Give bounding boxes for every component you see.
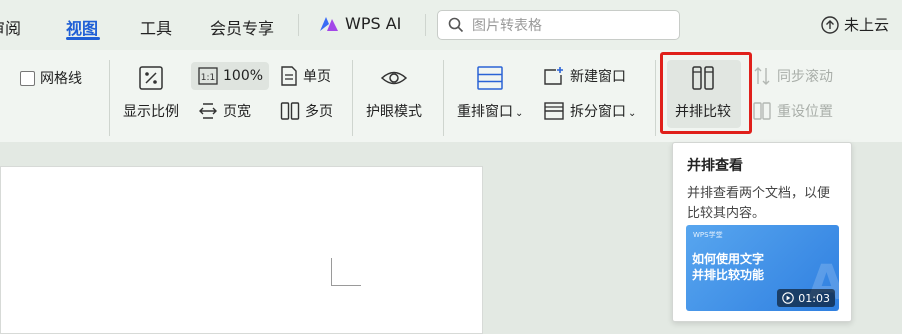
split-window-icon: [544, 102, 564, 120]
crop-mark: [331, 258, 332, 286]
page-width-button[interactable]: 页宽: [198, 101, 251, 121]
page-width-icon: [199, 103, 217, 119]
reset-position-icon: [753, 102, 771, 120]
single-page-button[interactable]: 单页: [280, 66, 331, 86]
tab-divider: [425, 14, 426, 36]
gridlines-label: 网格线: [40, 71, 82, 87]
search-icon: [448, 17, 464, 33]
multi-page-label: 多页: [305, 104, 333, 120]
split-window-label: 拆分窗口 ⌄: [570, 104, 637, 120]
side-by-side-tooltip: 并排查看 并排查看两个文档，以便比较其内容。 WPS学堂 A 如何使用文字 并排…: [672, 142, 852, 322]
ribbon-toolbar: 网格线 显示比例 1:1 100% 页宽 单页 多页 护眼模式 重排窗口 ⌄ 新…: [0, 50, 902, 142]
ribbon-divider: [109, 60, 110, 136]
reset-position-button[interactable]: 重设位置: [752, 101, 833, 121]
sync-scroll-icon: [754, 67, 770, 85]
cloud-label: 未上云: [844, 16, 890, 34]
gridlines-checkbox[interactable]: 网格线: [20, 68, 82, 88]
svg-text:1:1: 1:1: [201, 73, 215, 83]
sync-scroll-label: 同步滚动: [777, 69, 833, 85]
split-window-button[interactable]: 拆分窗口 ⌄: [543, 101, 636, 121]
checkbox-icon: [20, 70, 35, 86]
crop-mark: [331, 285, 361, 286]
reset-position-label: 重设位置: [777, 104, 833, 120]
new-window-icon: [544, 67, 563, 85]
single-page-icon: [281, 66, 297, 86]
multi-page-button[interactable]: 多页: [280, 101, 333, 121]
cloud-upload-icon: [821, 15, 839, 34]
rearrange-windows-button[interactable]: 重排窗口 ⌄: [457, 65, 523, 121]
ribbon-divider: [443, 60, 444, 136]
new-window-button[interactable]: 新建窗口: [543, 66, 626, 86]
rearrange-icon: [477, 66, 503, 90]
tab-review[interactable]: 审阅: [0, 15, 21, 39]
eye-protect-button[interactable]: 护眼模式: [366, 65, 422, 121]
tab-view[interactable]: 视图: [66, 15, 98, 39]
ribbon-divider: [655, 60, 656, 136]
wps-ai-label: WPS AI: [345, 14, 402, 33]
tab-wps-ai[interactable]: WPS AI: [319, 14, 401, 33]
rearrange-windows-label: 重排窗口 ⌄: [457, 104, 524, 120]
video-duration-badge: 01:03: [777, 289, 835, 307]
zoom-percent-icon: [139, 66, 163, 90]
video-duration: 01:03: [798, 291, 830, 305]
eye-icon: [380, 71, 408, 85]
tooltip-description: 并排查看两个文档，以便比较其内容。: [687, 186, 831, 221]
zoom-100-label: 100%: [223, 68, 264, 84]
eye-protect-label: 护眼模式: [366, 104, 422, 120]
play-icon: [782, 292, 795, 304]
highlight-box: [660, 52, 752, 134]
tab-divider: [298, 14, 299, 36]
video-title: 如何使用文字 并排比较功能: [692, 252, 765, 282]
new-window-label: 新建窗口: [570, 69, 626, 85]
tutorial-video-thumbnail[interactable]: WPS学堂 A 如何使用文字 并排比较功能 01:03: [686, 225, 839, 311]
tab-member[interactable]: 会员专享: [210, 15, 274, 39]
tooltip-title: 并排查看: [687, 158, 743, 174]
tab-bar: 审阅 视图 工具 会员专享 WPS AI 图片转表格 未上云: [0, 0, 902, 50]
search-input[interactable]: 图片转表格: [472, 15, 542, 35]
tab-tools[interactable]: 工具: [140, 15, 172, 39]
sync-scroll-button[interactable]: 同步滚动: [752, 66, 833, 86]
ai-logo-icon: [320, 16, 338, 31]
cloud-status-button[interactable]: 未上云: [820, 14, 889, 35]
actual-size-icon: 1:1: [198, 67, 218, 85]
single-page-label: 单页: [303, 69, 331, 85]
page-width-label: 页宽: [223, 104, 251, 120]
zoom-100-button[interactable]: 1:1 100%: [198, 67, 263, 85]
document-page[interactable]: [0, 166, 483, 334]
zoom-ratio-label: 显示比例: [123, 104, 179, 120]
ribbon-divider: [352, 60, 353, 136]
multi-page-icon: [280, 102, 300, 120]
zoom-ratio-button[interactable]: 显示比例: [123, 65, 179, 121]
active-tab-indicator: [66, 37, 100, 40]
search-box[interactable]: 图片转表格: [437, 10, 680, 40]
video-brand: WPS学堂: [693, 231, 723, 239]
